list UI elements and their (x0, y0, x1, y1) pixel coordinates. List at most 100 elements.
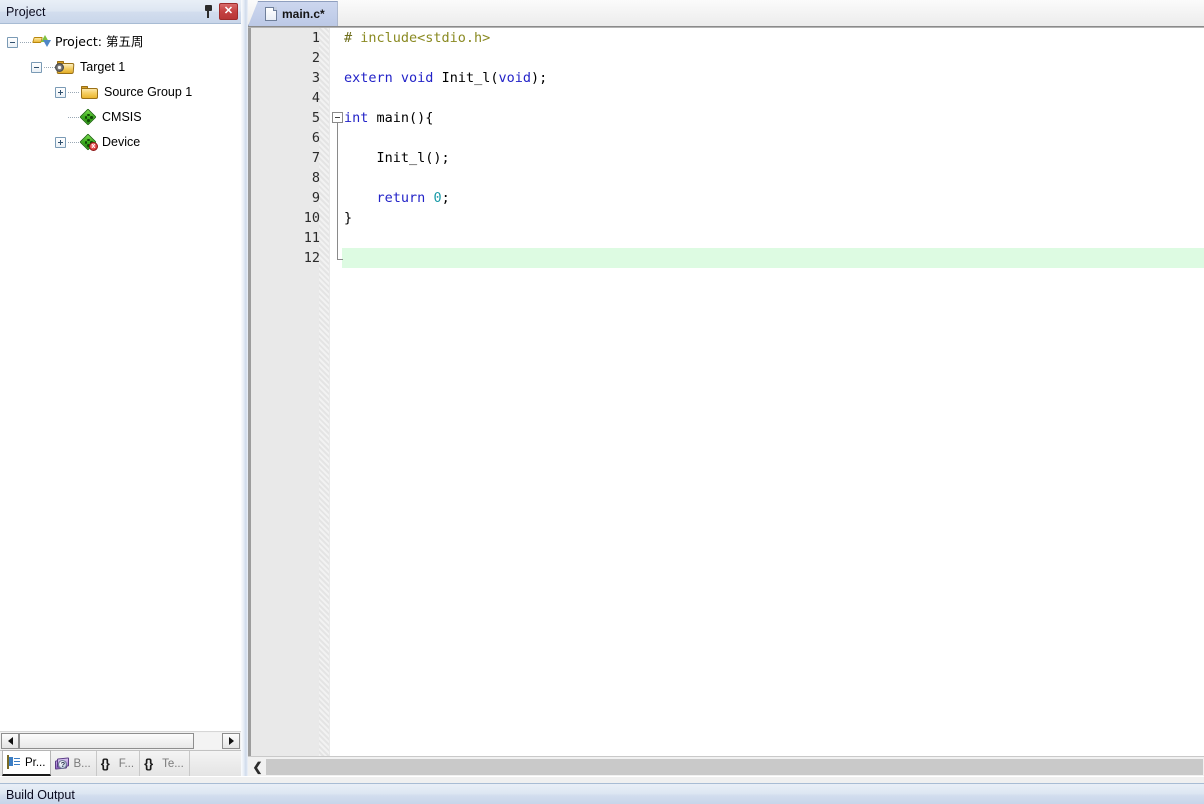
expander-minus-icon[interactable] (31, 62, 42, 73)
line-number: 3 (311, 70, 320, 86)
fold-column[interactable] (332, 188, 344, 208)
code-token: main(){ (368, 110, 434, 126)
fold-column[interactable] (332, 208, 344, 228)
code-line[interactable]: 8 (248, 168, 1204, 188)
code-line[interactable]: 2 (248, 48, 1204, 68)
tree-item-label: Source Group 1 (104, 85, 193, 100)
fold-guide-line (337, 228, 338, 248)
tab-label: B... (73, 757, 91, 770)
tree-item-target[interactable]: Target 1 (1, 55, 241, 80)
tree-connector (20, 42, 31, 43)
fold-guide-end (337, 259, 343, 260)
code-token: # (344, 30, 353, 46)
editor-tab-label: main.c* (282, 7, 325, 21)
project-panel-hscrollbar[interactable] (0, 731, 241, 750)
code-area[interactable]: 1 # include<stdio.h> 2 3 extern void Init_l(… (248, 28, 1204, 756)
code-token: ; (441, 190, 450, 206)
project-panel-tabstrip: Pr... ? B... {} F... {} Te... (0, 750, 241, 776)
tree-item-label: Device (102, 135, 141, 150)
fold-column[interactable] (332, 88, 344, 108)
code-line[interactable]: 7 Init_l(); (248, 148, 1204, 168)
fold-column[interactable] (332, 48, 344, 68)
code-token: Init_l( (433, 70, 499, 86)
editor-area: main.c* 1 # include<stdio.h> 2 3 extern void… (248, 0, 1204, 776)
editor-hscrollbar[interactable]: ❮ (248, 756, 1204, 776)
line-number: 11 (303, 230, 320, 246)
line-number: 10 (303, 210, 320, 226)
fold-column[interactable] (332, 228, 344, 248)
braces-icon: {} (100, 755, 110, 771)
functions-icon: {} (144, 755, 153, 771)
tab-books[interactable]: ? B... (51, 751, 97, 776)
editor-scroll-left-icon[interactable]: ❮ (249, 759, 266, 775)
tree-item-label: CMSIS (102, 110, 142, 125)
pin-icon[interactable] (199, 3, 217, 21)
editor-tab-main-c[interactable]: main.c* (248, 1, 338, 26)
code-line[interactable]: 9 return 0; (248, 188, 1204, 208)
line-number: 7 (311, 150, 320, 166)
fold-guide-line (337, 168, 338, 188)
project-icon (32, 35, 51, 50)
code-line[interactable]: 4 (248, 88, 1204, 108)
code-token: void (498, 70, 531, 86)
code-token: 0 (433, 190, 442, 206)
code-token: void (400, 70, 434, 86)
expander-plus-icon[interactable] (55, 137, 66, 148)
code-line[interactable]: 3 extern void Init_l(void); (248, 68, 1204, 88)
project-tree: Project: 第五周 Target 1 Source Group 1 CMS… (1, 30, 241, 155)
fold-column[interactable] (332, 248, 344, 268)
tab-templates[interactable]: {} Te... (140, 751, 190, 776)
close-icon[interactable]: ✕ (219, 3, 238, 20)
line-number: 6 (311, 130, 320, 146)
component-diamond-warning-icon: x (79, 133, 98, 151)
code-line[interactable]: 12 (248, 248, 1204, 268)
code-line[interactable]: 1 # include<stdio.h> (248, 28, 1204, 48)
fold-column[interactable] (332, 128, 344, 148)
fold-column[interactable] (332, 68, 344, 88)
scrollbar-track[interactable] (19, 733, 222, 749)
editor-viewport[interactable]: 1 # include<stdio.h> 2 3 extern void Init_l(… (248, 27, 1204, 756)
panel-splitter[interactable] (241, 0, 248, 776)
scrollbar-thumb[interactable] (19, 733, 194, 749)
tree-item-device[interactable]: x Device (1, 130, 241, 155)
line-number: 8 (311, 170, 320, 186)
code-token: ); (530, 70, 548, 86)
editor-tabstrip: main.c* (248, 0, 1204, 27)
build-output-titlebar: Build Output (0, 783, 1204, 804)
code-line[interactable]: 6 (248, 128, 1204, 148)
line-number: 4 (311, 90, 320, 106)
code-text: return 0; (344, 188, 450, 208)
scroll-right-arrow-icon[interactable] (222, 733, 240, 749)
editor-scrollbar-track[interactable] (266, 759, 1203, 775)
folder-target-icon (55, 60, 75, 75)
fold-column[interactable] (332, 148, 344, 168)
code-text: extern void Init_l(void); (344, 68, 547, 88)
tab-label: F... (118, 757, 135, 770)
tab-project[interactable]: Pr... (2, 750, 52, 776)
code-text: int main(){ (344, 108, 433, 128)
fold-column[interactable] (332, 28, 344, 48)
keil-uvision-window: Project ✕ Project: 第五周 Target 1 Source G… (0, 0, 1204, 804)
line-number: 1 (311, 30, 320, 46)
tree-item-source-group[interactable]: Source Group 1 (1, 80, 241, 105)
fold-column[interactable] (332, 108, 344, 128)
expander-minus-icon[interactable] (7, 37, 18, 48)
line-number: 9 (311, 190, 320, 206)
code-token: extern (344, 70, 393, 86)
tree-item-project[interactable]: Project: 第五周 (1, 30, 241, 55)
code-text: } (344, 208, 352, 228)
code-line[interactable]: 11 (248, 228, 1204, 248)
fold-column[interactable] (332, 168, 344, 188)
code-line[interactable]: 5 int main(){ (248, 108, 1204, 128)
tab-functions[interactable]: {} F... (97, 751, 141, 776)
fold-collapse-icon[interactable] (332, 112, 343, 123)
line-number: 5 (311, 110, 320, 126)
tree-item-cmsis[interactable]: CMSIS (1, 105, 241, 130)
scroll-left-arrow-icon[interactable] (1, 733, 19, 749)
fold-guide-line (337, 148, 338, 168)
project-tree-container[interactable]: Project: 第五周 Target 1 Source Group 1 CMS… (0, 24, 241, 731)
tab-label: Te... (162, 757, 184, 770)
expander-plus-icon[interactable] (55, 87, 66, 98)
code-line[interactable]: 10} (248, 208, 1204, 228)
